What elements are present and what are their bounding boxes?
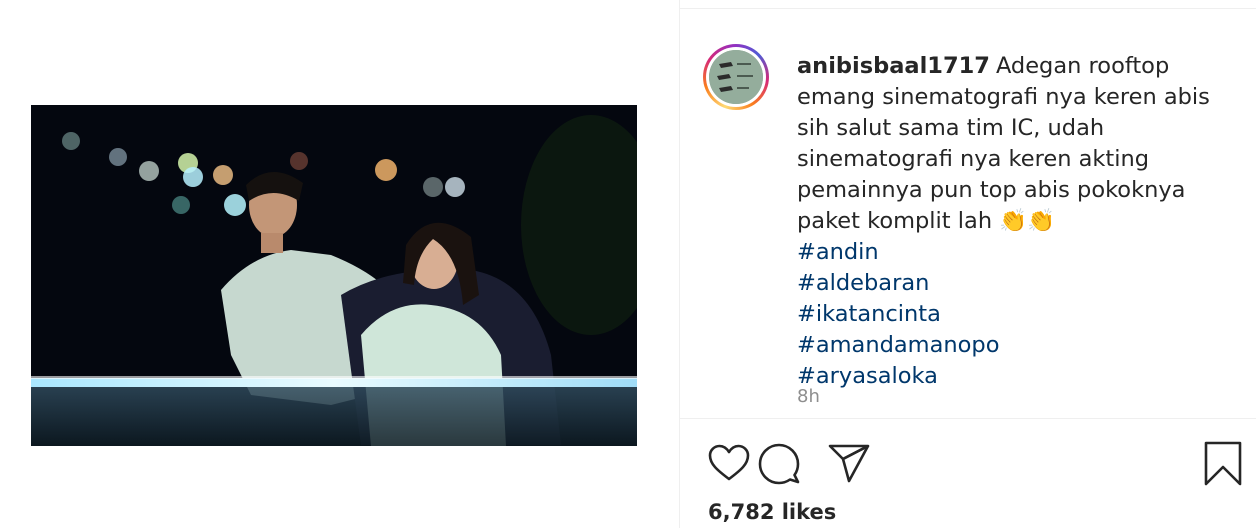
- bookmark-icon: [1204, 441, 1242, 486]
- username-link[interactable]: anibisbaal1717: [797, 53, 990, 79]
- share-button[interactable]: [827, 441, 871, 487]
- likes-count[interactable]: 6,782 likes: [708, 500, 836, 524]
- save-button[interactable]: [1201, 441, 1245, 487]
- avatar-border: [706, 47, 766, 107]
- story-ring[interactable]: [703, 44, 769, 110]
- actions-divider: [680, 418, 1256, 419]
- send-icon: [828, 444, 870, 483]
- media-pane: [0, 0, 679, 528]
- post-image[interactable]: [31, 105, 637, 446]
- avatar[interactable]: [709, 50, 763, 104]
- post-caption: anibisbaal1717 Adegan rooftop emang sinem…: [797, 51, 1237, 392]
- caption-text: Adegan rooftop emang sinematografi nya k…: [797, 53, 1210, 234]
- hashtag-amandamanopo[interactable]: #amandamanopo: [797, 330, 1237, 361]
- heart-icon: [708, 444, 750, 481]
- post-timestamp[interactable]: 8h: [797, 386, 820, 407]
- like-button[interactable]: [707, 441, 751, 487]
- clap-emoji: 👏👏: [999, 208, 1056, 234]
- hashtag-aldebaran[interactable]: #aldebaran: [797, 268, 1237, 299]
- comment-button[interactable]: [757, 441, 801, 487]
- hashtag-andin[interactable]: #andin: [797, 237, 1237, 268]
- hashtag-ikatancinta[interactable]: #ikatancinta: [797, 299, 1237, 330]
- hashtag-aryasaloka[interactable]: #aryasaloka: [797, 361, 1237, 392]
- comment-icon: [758, 443, 800, 485]
- header-divider: [680, 8, 1256, 9]
- post-panel: anibisbaal1717 Adegan rooftop emang sinem…: [679, 0, 1256, 528]
